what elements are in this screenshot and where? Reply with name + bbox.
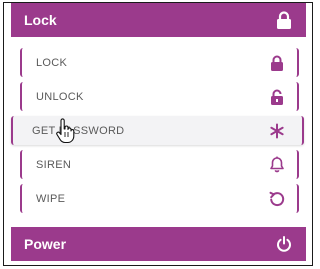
reset-icon (267, 189, 287, 209)
wipe-menu-item[interactable]: WIPE (20, 184, 299, 213)
siren-menu-item[interactable]: SIREN (20, 150, 299, 179)
lock-menu-item[interactable]: LOCK (20, 48, 299, 77)
unlock-menu-item[interactable]: UNLOCK (20, 82, 299, 111)
hand-pointer-cursor (55, 118, 75, 144)
get-password-menu-item-label: GET PASSWORD (32, 124, 125, 137)
asterisk-icon (267, 121, 287, 141)
unlock-icon (267, 87, 287, 107)
lock-icon (267, 53, 287, 73)
power-section-title: Power (24, 236, 67, 252)
lock-icon (274, 10, 294, 30)
unlock-menu-item-label: UNLOCK (36, 90, 84, 103)
lock-section-title: Lock (24, 12, 57, 28)
lock-section-header[interactable]: Lock (11, 3, 306, 37)
lock-menu-item-label: LOCK (36, 56, 68, 69)
wipe-menu-item-label: WIPE (36, 192, 66, 205)
bell-icon (267, 155, 287, 175)
siren-menu-item-label: SIREN (36, 158, 72, 171)
power-section-header[interactable]: Power (11, 227, 306, 261)
power-icon (274, 234, 294, 254)
